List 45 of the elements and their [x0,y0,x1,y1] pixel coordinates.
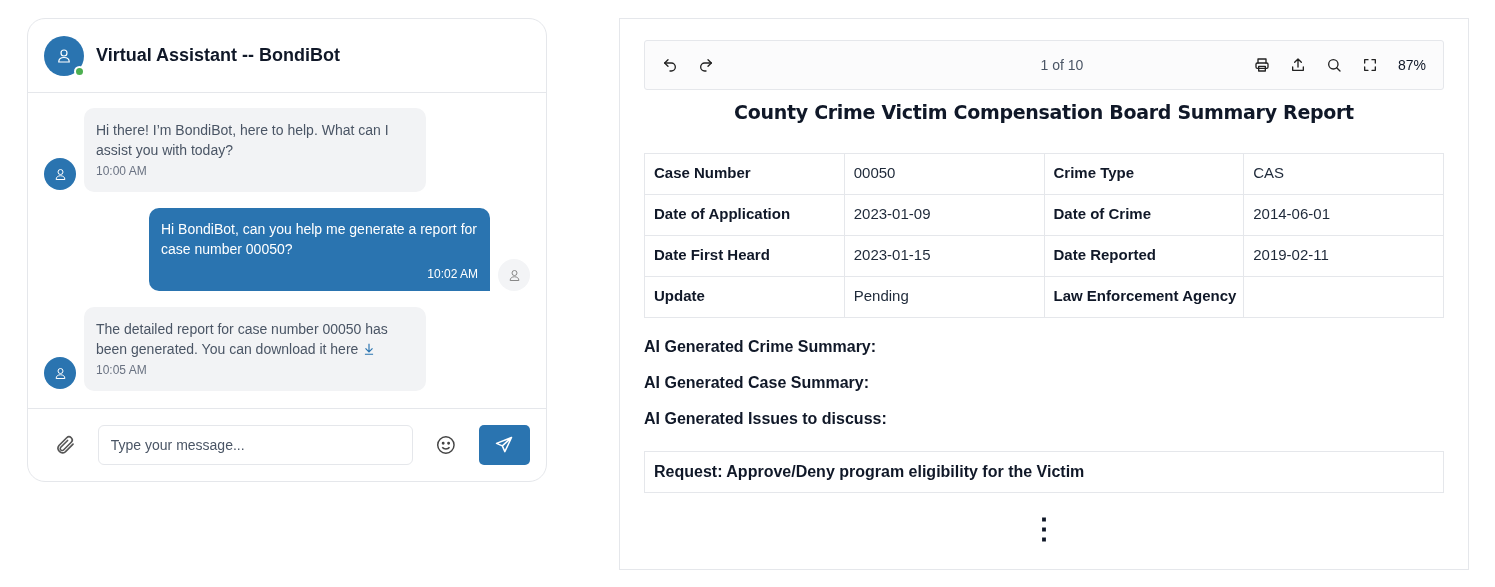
message-text: The detailed report for case number 00050 has been generated. You can download it here [96,320,389,359]
field-value: 2023-01-09 [844,194,1044,235]
field-label: Date of Crime [1044,194,1244,235]
message-time: 10:05 AM [96,362,148,379]
field-value: 2019-02-11 [1243,235,1444,276]
search-icon[interactable] [1325,57,1342,73]
zoom-level[interactable]: 87% [1397,54,1426,76]
field-label: Date Reported [1044,235,1244,276]
field-value: 2023-01-15 [844,235,1044,276]
person-icon [55,46,73,65]
fullscreen-icon[interactable] [1361,57,1378,73]
field-label: Law Enforcement Agency [1044,276,1244,317]
report-title: County Crime Victim Compensation Board Summary Report [733,100,1355,125]
message-time: 10:02 AM [426,266,478,283]
message-text: Hi BondiBot, can you help me generate a report for case number 00050? [161,220,478,259]
person-icon [52,166,68,182]
request-box: Request: Approve/Deny program eligibility for the Victim [644,450,1444,493]
message-text: Hi there! I’m BondiBot, here to help. What can I assist you with today? [96,121,390,160]
send-icon [494,435,515,455]
person-icon [506,267,522,283]
field-label: Case Number [644,153,845,194]
upload-icon[interactable] [1289,57,1306,73]
field-value: CAS [1243,153,1444,194]
field-label: Update [644,276,845,317]
field-label: Date of Application [644,194,845,235]
section-heading: AI Generated Case Summary: [644,372,870,393]
field-value: 2014-06-01 [1243,194,1444,235]
message-input-field[interactable]: Type your message... [97,425,413,465]
undo-icon[interactable] [662,57,678,73]
field-label: Date First Heard [644,235,845,276]
message-time: 10:00 AM [96,163,148,180]
printer-icon[interactable] [1253,57,1270,73]
person-icon [52,365,68,381]
chat-title: Virtual Assistant -- BondiBot [96,44,340,67]
paperclip-icon[interactable] [54,434,76,456]
smiley-icon[interactable] [434,434,457,456]
section-heading: AI Generated Crime Summary: [644,336,878,357]
field-value: 00050 [844,153,1044,194]
section-heading: AI Generated Issues to discuss: [644,408,888,429]
page-indicator: 1 of 10 [1039,55,1085,75]
field-value: Pending [844,276,1044,317]
field-label: Crime Type [1044,153,1244,194]
more-indicator: ⋮ [1030,511,1058,546]
redo-icon[interactable] [698,57,714,73]
send-button[interactable] [478,425,530,465]
